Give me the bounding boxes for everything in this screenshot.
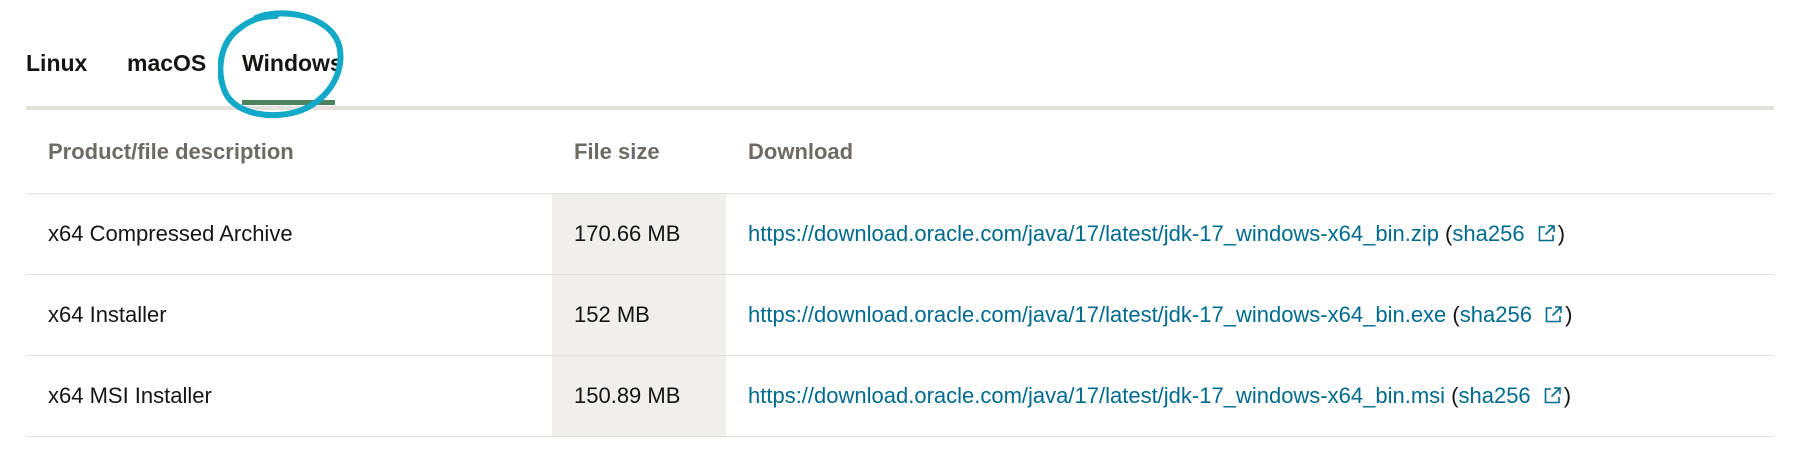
paren-open: (: [1445, 383, 1459, 408]
paren-close: ): [1563, 383, 1572, 408]
external-link-icon: [1538, 225, 1555, 242]
downloads-table: Product/file description File size Downl…: [26, 110, 1774, 437]
download-cell: https://download.oracle.com/java/17/late…: [748, 194, 1565, 274]
external-link-icon: [1545, 306, 1562, 323]
table-row: x64 MSI Installer 150.89 MB https://down…: [26, 356, 1774, 437]
download-cell: https://download.oracle.com/java/17/late…: [748, 356, 1571, 436]
file-description: x64 Compressed Archive: [48, 221, 293, 246]
sha256-link[interactable]: sha256: [1452, 221, 1557, 247]
file-size: 150.89 MB: [552, 356, 726, 436]
tab-macos[interactable]: macOS: [127, 50, 206, 77]
download-cell: https://download.oracle.com/java/17/late…: [748, 275, 1572, 355]
sha256-link[interactable]: sha256: [1458, 383, 1563, 409]
header-description: Product/file description: [48, 138, 294, 164]
download-link[interactable]: https://download.oracle.com/java/17/late…: [748, 383, 1445, 409]
header-download: Download: [748, 138, 854, 164]
paren-open: (: [1438, 221, 1453, 246]
tab-windows[interactable]: Windows: [242, 50, 343, 77]
sha256-label: sha256: [1459, 302, 1532, 327]
external-link-icon: [1544, 387, 1561, 404]
table-header: Product/file description File size Downl…: [26, 110, 1774, 194]
download-link[interactable]: https://download.oracle.com/java/17/late…: [748, 302, 1446, 328]
tab-linux[interactable]: Linux: [26, 50, 87, 77]
os-tabs: Linux macOS Windows: [26, 0, 1774, 110]
sha256-link[interactable]: sha256: [1460, 302, 1565, 328]
paren-close: ): [1557, 221, 1566, 246]
table-row: x64 Compressed Archive 170.66 MB https:/…: [26, 194, 1774, 275]
table-row: x64 Installer 152 MB https://download.or…: [26, 275, 1774, 356]
sha256-label: sha256: [1452, 221, 1525, 246]
header-file-size: File size: [574, 138, 660, 164]
sha256-label: sha256: [1458, 383, 1531, 408]
file-size: 152 MB: [552, 275, 726, 355]
paren-open: (: [1446, 302, 1460, 327]
download-link[interactable]: https://download.oracle.com/java/17/late…: [748, 221, 1439, 247]
selected-tab-underline: [242, 100, 335, 105]
paren-close: ): [1565, 302, 1573, 327]
file-description: x64 Installer: [48, 302, 167, 327]
file-description: x64 MSI Installer: [48, 383, 212, 408]
file-size: 170.66 MB: [552, 194, 726, 274]
